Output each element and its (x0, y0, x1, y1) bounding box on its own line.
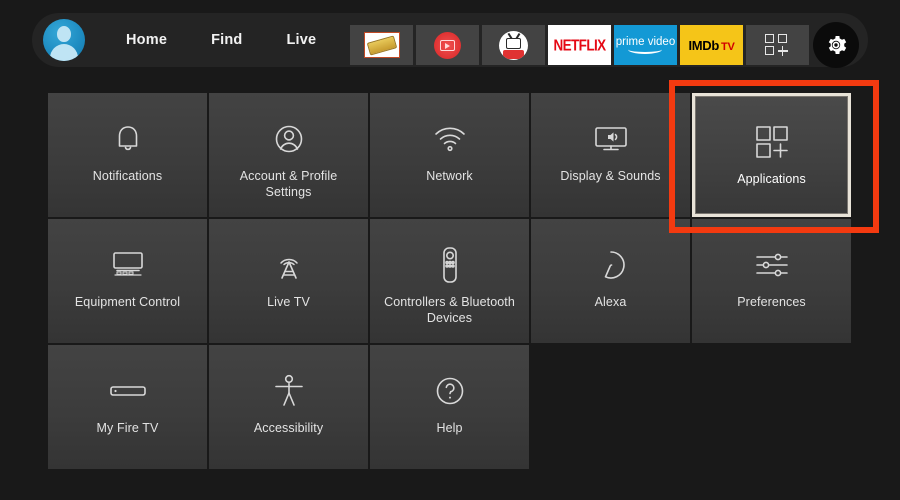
settings-tile-notifications[interactable]: Notifications (48, 93, 207, 217)
settings-tile-live-tv[interactable]: Live TV (209, 219, 368, 343)
sliders-icon (754, 245, 790, 285)
app-shortcut-cinema-ticket[interactable] (350, 25, 413, 65)
grid-plus-icon (764, 34, 791, 56)
settings-tile-grid: Notifications Account & Profile Settings… (48, 93, 851, 469)
wifi-icon (433, 119, 467, 159)
settings-button[interactable] (813, 22, 859, 68)
settings-tile-help[interactable]: Help (370, 345, 529, 469)
imdb-tv-suffix-text: TV (721, 40, 735, 53)
settings-tile-my-fire-tv[interactable]: My Fire TV (48, 345, 207, 469)
prime-video-logo: prime video (616, 36, 675, 54)
app-library-button[interactable] (746, 25, 809, 65)
settings-tile-equipment-control[interactable]: Equipment Control (48, 219, 207, 343)
app-shortcut-imdb-tv[interactable]: IMDb TV (680, 25, 743, 65)
profile-avatar[interactable] (43, 19, 85, 61)
app-shortcut-white-tv[interactable] (482, 25, 545, 65)
app-shortcut-prime-video[interactable]: prime video (614, 25, 677, 65)
grid-plus-icon (754, 122, 790, 162)
settings-tile-label: Applications (737, 172, 806, 186)
nav-links: Home Find Live (104, 19, 338, 61)
tv-stand-icon (109, 245, 147, 285)
imdb-logo-text: IMDb (688, 37, 720, 53)
nav-app-shortcuts: NETFLIX prime video IMDb TV (350, 22, 859, 68)
settings-tile-preferences[interactable]: Preferences (692, 219, 851, 343)
remote-control-icon (441, 245, 459, 285)
person-circle-icon (273, 119, 305, 159)
settings-tile-label: Controllers & Bluetooth Devices (384, 295, 515, 325)
fire-tv-stick-icon (109, 371, 147, 411)
settings-tile-network[interactable]: Network (370, 93, 529, 217)
settings-tile-label: Help (436, 421, 463, 435)
settings-tile-account-profile-settings[interactable]: Account & Profile Settings (209, 93, 368, 217)
settings-tile-controllers-and-bluetooth-devices[interactable]: Controllers & Bluetooth Devices (370, 219, 529, 343)
red-tv-icon (434, 31, 461, 59)
broadcast-tower-icon (271, 245, 307, 285)
settings-tile-label: Accessibility (253, 421, 324, 435)
accessibility-person-icon (274, 371, 304, 411)
avatar-head-shape (57, 26, 71, 42)
settings-tile-label: Display & Sounds (560, 169, 661, 183)
cinema-ticket-icon (363, 32, 400, 58)
settings-tile-label: Preferences (737, 295, 806, 309)
bell-icon (113, 119, 143, 159)
netflix-logo: NETFLIX (553, 36, 606, 54)
avatar-body-shape (50, 44, 78, 61)
top-navigation-bar: Home Find Live NETFLIX prime video IMDb … (0, 0, 900, 80)
amazon-smile-icon (628, 45, 663, 54)
settings-tile-label: Alexa (594, 295, 627, 309)
nav-item-find[interactable]: Find (189, 19, 264, 61)
nav-item-home[interactable]: Home (104, 19, 189, 61)
question-circle-icon (434, 371, 466, 411)
settings-tile-label: Equipment Control (74, 295, 181, 309)
settings-tile-accessibility[interactable]: Accessibility (209, 345, 368, 469)
settings-tile-label: Live TV (267, 295, 310, 309)
settings-tile-applications[interactable]: Applications (692, 93, 851, 217)
imdb-tv-logo: IMDb TV (688, 38, 734, 53)
settings-tile-label: Network (426, 169, 473, 183)
settings-tile-alexa[interactable]: Alexa (531, 219, 690, 343)
settings-tile-label: My Fire TV (96, 421, 159, 435)
settings-tile-label: Notifications (92, 169, 163, 183)
white-tv-icon (499, 30, 528, 60)
settings-tile-display-and-sounds[interactable]: Display & Sounds (531, 93, 690, 217)
alexa-ring-icon (595, 245, 627, 285)
settings-tile-label: Account & Profile Settings (239, 169, 338, 199)
display-sound-icon (593, 119, 629, 159)
gear-icon (828, 36, 847, 54)
app-shortcut-red-tv[interactable] (416, 25, 479, 65)
app-shortcut-netflix[interactable]: NETFLIX (548, 25, 611, 65)
nav-item-live[interactable]: Live (265, 19, 339, 61)
